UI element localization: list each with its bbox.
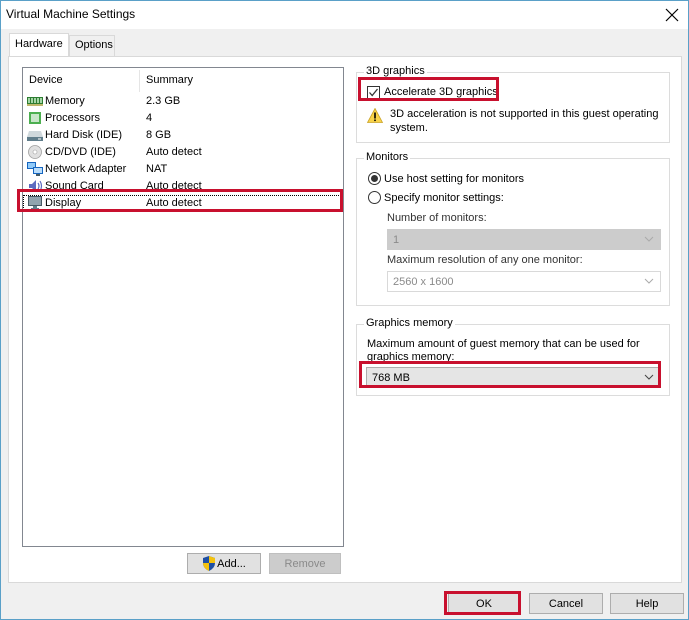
processor-icon xyxy=(29,112,41,124)
display-icon xyxy=(28,196,42,210)
ok-button-label: OK xyxy=(476,597,492,610)
device-name: Processors xyxy=(45,112,101,124)
memory-icon xyxy=(27,97,43,106)
close-button[interactable] xyxy=(662,5,682,25)
sound-card-icon xyxy=(29,180,43,192)
title-bar: Virtual Machine Settings xyxy=(1,1,688,29)
tab-hardware[interactable]: Hardware xyxy=(9,33,69,56)
network-adapter-icon xyxy=(27,162,43,176)
warning-icon xyxy=(367,108,383,123)
column-separator[interactable] xyxy=(139,70,140,92)
device-name: Network Adapter xyxy=(45,163,127,175)
number-of-monitors-label: Number of monitors: xyxy=(387,212,487,224)
chevron-down-icon xyxy=(644,236,654,242)
device-row-hard-disk[interactable]: Hard Disk (IDE) 8 GB xyxy=(23,127,343,144)
add-button-label: Add... xyxy=(217,557,246,570)
specify-monitor-settings-radio[interactable] xyxy=(368,191,381,204)
remove-button-label: Remove xyxy=(284,557,326,570)
device-row-network-adapter[interactable]: Network Adapter NAT xyxy=(23,161,343,178)
device-summary: 8 GB xyxy=(146,129,172,141)
device-name: Hard Disk (IDE) xyxy=(45,129,123,141)
window-title: Virtual Machine Settings xyxy=(6,7,136,21)
monitors-group-label: Monitors xyxy=(364,151,411,163)
chevron-down-icon xyxy=(644,278,654,284)
device-row-processors[interactable]: Processors 4 xyxy=(23,110,343,127)
3d-warning-text-line2: system. xyxy=(390,122,428,134)
max-resolution-label: Maximum resolution of any one monitor: xyxy=(387,254,583,266)
device-summary: NAT xyxy=(146,163,168,175)
accelerate-3d-checkbox[interactable] xyxy=(367,86,380,99)
cancel-button[interactable]: Cancel xyxy=(529,593,603,614)
help-button-label: Help xyxy=(635,597,659,610)
max-resolution-select[interactable]: 2560 x 1600 xyxy=(387,271,661,292)
3d-warning-text-line1: 3D acceleration is not supported in this… xyxy=(390,108,659,120)
graphics-memory-description-line1: Maximum amount of guest memory that can … xyxy=(367,338,640,350)
monitors-group: Monitors Use host setting for monitors S… xyxy=(356,151,670,306)
device-list[interactable]: Device Summary Memory 2.3 GB Processors … xyxy=(22,67,344,547)
dialog-footer: OK Cancel Help xyxy=(2,586,688,619)
vm-settings-dialog: Virtual Machine Settings Hardware Option… xyxy=(0,0,689,620)
ok-button[interactable]: OK xyxy=(448,593,520,614)
device-name: Memory xyxy=(45,95,85,107)
device-summary: Auto detect xyxy=(146,197,202,209)
remove-button[interactable]: Remove xyxy=(269,553,341,574)
graphics-memory-group: Graphics memory Maximum amount of guest … xyxy=(356,317,670,396)
add-button[interactable]: Add... xyxy=(187,553,261,574)
graphics-memory-select[interactable]: 768 MB xyxy=(366,367,661,388)
graphics-memory-group-label: Graphics memory xyxy=(364,317,455,329)
hardware-panel: Device Summary Memory 2.3 GB Processors … xyxy=(8,56,682,583)
graphics-memory-value: 768 MB xyxy=(372,372,410,384)
device-row-cd-dvd[interactable]: CD/DVD (IDE) Auto detect xyxy=(23,144,343,161)
number-of-monitors-select[interactable]: 1 xyxy=(387,229,661,250)
graphics-memory-description-line2: graphics memory: xyxy=(367,351,455,363)
list-header: Device Summary xyxy=(23,68,343,92)
column-header-summary[interactable]: Summary xyxy=(146,74,193,86)
device-row-memory[interactable]: Memory 2.3 GB xyxy=(23,93,343,110)
device-summary: 2.3 GB xyxy=(146,95,181,107)
checkmark-icon xyxy=(369,88,379,97)
accelerate-3d-label[interactable]: Accelerate 3D graphics xyxy=(384,86,498,98)
cd-dvd-icon xyxy=(28,145,42,159)
device-summary: Auto detect xyxy=(146,146,202,158)
column-header-device[interactable]: Device xyxy=(29,74,63,86)
use-host-setting-radio[interactable] xyxy=(368,172,381,185)
close-icon xyxy=(665,8,679,22)
max-resolution-value: 2560 x 1600 xyxy=(393,276,454,288)
tab-options[interactable]: Options xyxy=(69,35,115,56)
device-name: Sound Card xyxy=(45,180,104,192)
device-name: Display xyxy=(45,197,82,209)
device-summary: Auto detect xyxy=(146,180,202,192)
3d-graphics-group-label: 3D graphics xyxy=(364,65,427,77)
device-summary: 4 xyxy=(146,112,153,124)
help-button[interactable]: Help xyxy=(610,593,684,614)
use-host-setting-label[interactable]: Use host setting for monitors xyxy=(384,173,524,185)
specify-monitor-settings-label[interactable]: Specify monitor settings: xyxy=(384,192,504,204)
chevron-down-icon xyxy=(644,374,654,380)
device-name: CD/DVD (IDE) xyxy=(45,146,116,158)
device-row-sound-card[interactable]: Sound Card Auto detect xyxy=(23,178,343,195)
3d-graphics-group: 3D graphics Accelerate 3D graphics 3D ac… xyxy=(356,65,670,143)
device-row-display[interactable]: Display Auto detect xyxy=(23,195,343,212)
shield-icon xyxy=(203,556,216,571)
number-of-monitors-value: 1 xyxy=(393,234,400,246)
cancel-button-label: Cancel xyxy=(548,597,584,610)
hard-disk-icon xyxy=(27,131,43,141)
